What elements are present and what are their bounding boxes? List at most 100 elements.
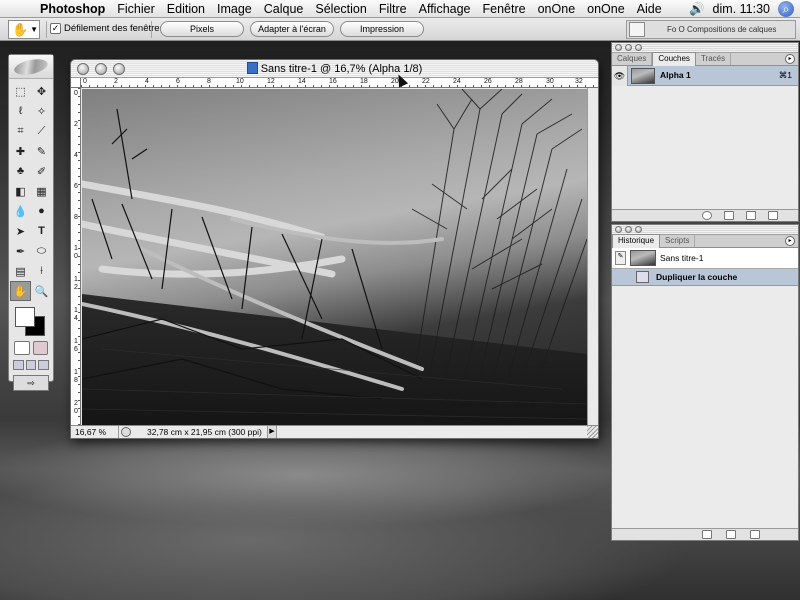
ruler-label: 28: [515, 78, 523, 85]
magic-wand-tool-icon[interactable]: ✧: [31, 101, 52, 121]
palette-close-button[interactable]: [615, 226, 622, 233]
path-select-tool-icon[interactable]: ➤: [10, 221, 31, 241]
new-document-from-state-icon[interactable]: [702, 530, 712, 539]
menu-image[interactable]: Image: [211, 0, 258, 18]
spotlight-icon[interactable]: ⌕: [778, 1, 794, 17]
shape-tool-icon[interactable]: ⬭: [31, 241, 52, 261]
full-screen-icon[interactable]: [38, 360, 50, 370]
standard-mode-icon[interactable]: [14, 341, 30, 355]
palette-menu-icon[interactable]: ▸: [785, 54, 795, 64]
checkbox-check-icon[interactable]: ✓: [50, 23, 61, 34]
slice-tool-icon[interactable]: ⟋: [31, 121, 52, 141]
eraser-tool-icon[interactable]: ◧: [10, 181, 31, 201]
eyedropper-tool-icon[interactable]: ⟊: [31, 261, 52, 281]
menubar: Photoshop Fichier Edition Image Calque S…: [0, 0, 800, 18]
blur-tool-icon[interactable]: 💧: [10, 201, 31, 221]
navigator-icon[interactable]: [121, 427, 131, 437]
menu-fenetre[interactable]: Fenêtre: [477, 0, 532, 18]
tab-historique[interactable]: Historique: [612, 234, 661, 248]
image-canvas[interactable]: [82, 89, 587, 427]
menu-calque[interactable]: Calque: [258, 0, 310, 18]
stamp-tool-icon[interactable]: ♣: [10, 161, 31, 181]
eye-icon[interactable]: 👁: [612, 66, 628, 86]
palette-well[interactable]: Fo O Compositions de calques: [626, 20, 796, 39]
tool-preset-picker[interactable]: ✋ ▼: [8, 20, 40, 39]
tab-couches[interactable]: Couches: [652, 52, 696, 66]
divider: [151, 21, 152, 38]
menu-aide[interactable]: Aide: [631, 0, 668, 18]
history-brush-tool-icon[interactable]: ✐: [31, 161, 52, 181]
menu-fichier[interactable]: Fichier: [111, 0, 161, 18]
quick-mask-icon[interactable]: [32, 341, 48, 355]
marquee-tool-icon[interactable]: ⬚: [10, 81, 31, 101]
hand-tool-icon[interactable]: ✋: [10, 281, 31, 301]
screen-modes: [9, 357, 53, 373]
toolbox-header[interactable]: [9, 55, 53, 79]
zoom-tool-icon[interactable]: 🔍: [31, 281, 52, 301]
menubar-clock[interactable]: dim. 11:30: [713, 2, 770, 16]
tab-calques[interactable]: Calques: [612, 53, 653, 65]
info-menu-arrow-icon[interactable]: ▶: [267, 426, 277, 438]
tab-traces[interactable]: Tracés: [696, 53, 732, 65]
gradient-tool-icon[interactable]: ▦: [31, 181, 52, 201]
palette-zoom-button[interactable]: [635, 226, 642, 233]
color-swatches: [9, 303, 53, 339]
history-brush-source-icon[interactable]: ✎: [615, 251, 626, 265]
save-selection-icon[interactable]: [724, 211, 734, 220]
menu-edition[interactable]: Edition: [161, 0, 211, 18]
menu-filtre[interactable]: Filtre: [373, 0, 413, 18]
document-titlebar[interactable]: Sans titre-1 @ 16,7% (Alpha 1/8): [71, 60, 598, 78]
scroll-all-windows-checkbox[interactable]: ✓ Défilement des fenêtres: [50, 23, 164, 34]
foreground-color-swatch[interactable]: [15, 307, 35, 327]
palette-minimize-button[interactable]: [625, 226, 632, 233]
horizontal-ruler[interactable]: 0 2 4 6 8 10 12 14 16 18 20 22 24 26 28 …: [81, 78, 598, 88]
vertical-ruler[interactable]: 0 2 4 6 8 1 0 1 2 1 4 1 6 1 8 2 0: [71, 88, 81, 427]
actual-pixels-button[interactable]: Pixels: [160, 21, 244, 37]
palette-well-tabs[interactable]: Fo O Compositions de calques: [667, 25, 776, 34]
new-channel-icon[interactable]: [746, 211, 756, 220]
dodge-tool-icon[interactable]: ●: [31, 201, 52, 221]
crop-tool-icon[interactable]: ⌗: [10, 121, 31, 141]
palette-titlebar[interactable]: [612, 43, 798, 53]
notes-tool-icon[interactable]: ▤: [10, 261, 31, 281]
palette-minimize-button[interactable]: [625, 44, 632, 51]
vertical-scrollbar[interactable]: [587, 88, 598, 427]
pen-tool-icon[interactable]: ✒: [10, 241, 31, 261]
history-snapshot[interactable]: ✎ Sans titre-1: [612, 248, 798, 269]
standard-screen-icon[interactable]: [13, 360, 24, 370]
zoom-level-field[interactable]: 16,67 %: [75, 426, 119, 438]
menu-affichage[interactable]: Affichage: [413, 0, 477, 18]
menu-onone-2[interactable]: onOne: [581, 0, 631, 18]
new-snapshot-icon[interactable]: [726, 530, 736, 539]
load-selection-icon[interactable]: [702, 211, 712, 220]
photoshop-feather-icon[interactable]: [12, 56, 50, 77]
history-brush-source-icon[interactable]: [624, 271, 635, 283]
full-screen-menu-icon[interactable]: [25, 360, 37, 370]
trash-icon[interactable]: [750, 530, 760, 539]
fit-screen-button[interactable]: Adapter à l'écran: [250, 21, 334, 37]
brush-tool-icon[interactable]: ✎: [31, 141, 52, 161]
palette-close-button[interactable]: [615, 44, 622, 51]
channel-row[interactable]: 👁 Alpha 1 ⌘1: [612, 66, 798, 86]
palette-zoom-button[interactable]: [635, 44, 642, 51]
menu-selection[interactable]: Sélection: [309, 0, 372, 18]
tab-scripts[interactable]: Scripts: [660, 235, 696, 247]
ruler-origin[interactable]: [71, 78, 81, 88]
volume-icon[interactable]: 🔊: [689, 2, 705, 17]
resize-grip[interactable]: [587, 426, 598, 438]
trash-icon[interactable]: [768, 211, 778, 220]
palette-tabs: Calques Couches Tracés ▸: [612, 52, 798, 66]
type-tool-icon[interactable]: T: [31, 221, 52, 241]
healing-tool-icon[interactable]: ✚: [10, 141, 31, 161]
palette-menu-icon[interactable]: ▸: [785, 236, 795, 246]
snapshot-thumbnail: [630, 250, 656, 266]
lasso-tool-icon[interactable]: ℓ: [10, 101, 31, 121]
print-size-button[interactable]: Impression: [340, 21, 424, 37]
menu-onone-1[interactable]: onOne: [532, 0, 582, 18]
menu-app[interactable]: Photoshop: [36, 0, 111, 18]
move-tool-icon[interactable]: ✥: [31, 81, 52, 101]
file-browser-icon[interactable]: [629, 22, 645, 37]
history-step[interactable]: Dupliquer la couche: [612, 269, 798, 286]
document-window: Sans titre-1 @ 16,7% (Alpha 1/8) 0 2 4 6…: [70, 59, 599, 439]
jump-to-imageready-icon[interactable]: ⇨: [13, 375, 49, 391]
